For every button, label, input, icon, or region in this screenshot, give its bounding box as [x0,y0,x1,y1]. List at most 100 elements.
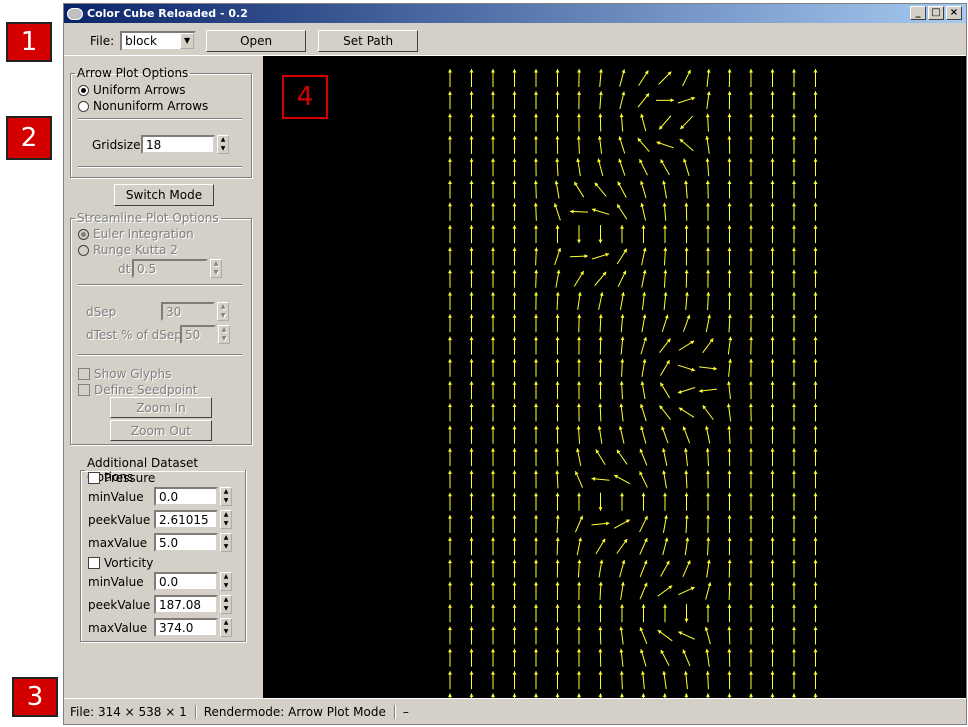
field-arrow [490,180,495,199]
vorticity-checkbox[interactable] [88,557,100,569]
field-arrow [748,648,753,667]
field-arrow-head [469,314,474,318]
field-arrow-head [448,113,452,118]
field-arrow [448,158,452,177]
field-arrow [749,358,754,377]
spinner-arrows-icon[interactable]: ▲ ▼ [220,510,232,529]
spinner-arrows-icon[interactable]: ▲ ▼ [220,487,232,506]
vorticity-max-input[interactable]: 374.0 [154,618,218,637]
nonuniform-arrows-option[interactable]: Nonuniform Arrows [78,99,208,113]
euler-integration-radio[interactable] [78,228,89,240]
arrow-plot-canvas[interactable] [263,56,966,698]
dt-input[interactable]: 0.5 [132,259,208,278]
field-arrow-head [490,403,495,408]
field-arrow [490,202,495,221]
uniform-arrows-radio[interactable] [78,84,89,96]
field-arrow-head [469,537,474,541]
field-arrow [512,113,517,132]
vorticity-min-input[interactable]: 0.0 [154,572,218,591]
close-button[interactable]: × [946,6,962,20]
field-arrow [749,91,754,110]
spinner-arrows-icon[interactable]: ▲ ▼ [210,259,222,278]
runge-kutta-option[interactable]: Runge Kutta 2 [78,243,178,257]
field-arrow-head [512,247,517,251]
spinner-arrows-icon[interactable]: ▲ ▼ [220,595,232,614]
field-arrow [706,537,711,556]
field-arrow [512,269,517,288]
dt-spinner[interactable]: 0.5 ▲ ▼ [132,259,222,278]
field-arrow [639,158,648,176]
field-arrow-head [668,585,673,590]
field-arrow-head [813,448,818,452]
spinner-arrows-icon[interactable]: ▲ ▼ [217,302,229,321]
field-arrow [748,202,753,221]
field-arrow [512,559,517,578]
spinner-arrows-icon[interactable]: ▲ ▼ [220,533,232,552]
dsep-input[interactable]: 30 [161,302,215,321]
field-arrow [448,604,452,623]
field-arrow-head [770,425,775,430]
field-arrow [699,388,717,393]
gridsize-spinner[interactable]: 18 ▲ ▼ [141,135,229,154]
show-glyphs-option[interactable]: Show Glyphs [78,367,171,381]
field-arrow [448,202,452,221]
nonuniform-arrows-radio[interactable] [78,100,89,112]
field-arrow [662,225,667,244]
vorticity-peek-input[interactable]: 187.08 [154,595,218,614]
dtest-spinner[interactable]: 50 ▲ ▼ [180,325,230,344]
show-glyphs-checkbox[interactable] [78,368,90,380]
chevron-down-icon[interactable]: ▼ [180,32,195,49]
field-arrow [657,629,673,642]
pressure-peek-input[interactable]: 2.61015 [154,510,218,529]
field-arrow-head [598,604,603,608]
euler-integration-option[interactable]: Euler Integration [78,227,194,241]
dtest-input[interactable]: 50 [180,325,216,344]
field-arrow [705,582,712,600]
pressure-min-spinner[interactable]: 0.0 ▲ ▼ [154,487,232,506]
field-arrow-head [791,381,796,385]
vorticity-min-spinner[interactable]: 0.0 ▲ ▼ [154,572,232,591]
field-arrow [555,358,560,377]
set-path-button[interactable]: Set Path [318,29,419,52]
pressure-option[interactable]: Pressure [88,471,155,485]
field-arrow [555,425,560,444]
spinner-arrows-icon[interactable]: ▲ ▼ [218,325,230,344]
spinner-arrows-icon[interactable]: ▲ ▼ [220,572,232,591]
title-bar[interactable]: Color Cube Reloaded - 0.2 _ □ × [64,4,966,23]
switch-mode-button[interactable]: Switch Mode [114,184,214,206]
vorticity-peek-spinner[interactable]: 187.08 ▲ ▼ [154,595,232,614]
file-select[interactable]: block ▼ [120,30,197,51]
pressure-max-input[interactable]: 5.0 [154,533,218,552]
dsep-spinner[interactable]: 30 ▲ ▼ [161,302,229,321]
field-arrow-head [770,202,775,207]
field-arrow [770,648,775,667]
pressure-checkbox[interactable] [88,472,100,484]
uniform-arrows-option[interactable]: Uniform Arrows [78,83,186,97]
open-button[interactable]: Open [206,29,307,52]
field-arrow-head [448,448,452,452]
options-panel: Arrow Plot Options Uniform Arrows Nonuni… [64,56,262,698]
vorticity-option[interactable]: Vorticity [88,556,153,570]
field-arrow [574,515,584,533]
field-arrow [727,671,732,690]
pressure-min-input[interactable]: 0.0 [154,487,218,506]
define-seedpoint-checkbox[interactable] [78,384,90,396]
field-arrow [813,403,818,422]
spinner-arrows-icon[interactable]: ▲ ▼ [217,135,229,154]
zoom-in-button[interactable]: Zoom In [110,397,212,418]
maximize-button[interactable]: □ [928,6,944,20]
field-arrow-head [706,247,711,251]
zoom-out-button[interactable]: Zoom Out [110,420,212,441]
pressure-max-spinner[interactable]: 5.0 ▲ ▼ [154,533,232,552]
field-arrow [770,448,775,467]
field-arrow [598,648,603,667]
spinner-arrows-icon[interactable]: ▲ ▼ [220,618,232,637]
minimize-button[interactable]: _ [910,6,926,20]
gridsize-input[interactable]: 18 [141,135,215,154]
pressure-peek-spinner[interactable]: 2.61015 ▲ ▼ [154,510,232,529]
runge-kutta-radio[interactable] [78,244,89,256]
field-arrow-head [469,113,474,118]
vorticity-max-spinner[interactable]: 374.0 ▲ ▼ [154,618,232,637]
field-arrow [598,403,603,422]
define-seedpoint-option[interactable]: Define Seedpoint [78,383,198,397]
